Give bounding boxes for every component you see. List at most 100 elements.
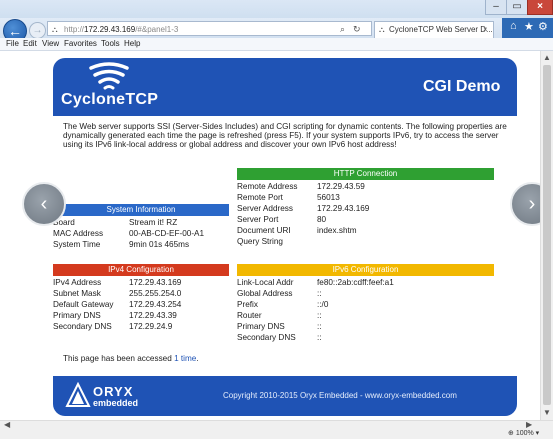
intro-text: The Web server supports SSI (Server-Side… (63, 122, 507, 149)
access-text: This page has been accessed (63, 354, 175, 363)
tab-page-icon: ⛬ (379, 25, 385, 34)
http-key: Server Address (237, 204, 293, 213)
scroll-right-icon[interactable]: ▶ (526, 420, 532, 429)
http-value: index.shtm (317, 226, 357, 235)
ipv6-value: :: (317, 333, 322, 342)
http-value: 172.29.43.169 (317, 204, 370, 213)
url-hash: /#&panel1-3 (135, 25, 179, 34)
ipv4-key: Primary DNS (53, 311, 101, 320)
system-value: Stream it! RZ (129, 218, 178, 227)
chevron-left-icon: ‹ (40, 193, 48, 215)
arrow-left-icon: ← (8, 23, 22, 39)
ipv4-key: Subnet Mask (53, 289, 101, 298)
vertical-scroll-thumb[interactable] (543, 65, 551, 405)
address-url: http://172.29.43.169/#&panel1-3 (64, 22, 178, 37)
browser-navbar: ← → ⛬ http://172.29.43.169/#&panel1-3 ⌕ … (0, 18, 553, 43)
ipv4-key: IPv4 Address (53, 278, 102, 287)
scroll-left-icon[interactable]: ◀ (4, 420, 10, 429)
access-text-end: . (196, 354, 199, 363)
page-header: CycloneTCP CGI Demo (53, 58, 517, 116)
system-information-title: System Information (53, 204, 229, 216)
zoom-value: 100% (515, 430, 534, 437)
menu-view[interactable]: View (42, 38, 59, 50)
system-value: 9min 01s 465ms (129, 240, 190, 249)
http-key: Document URI (237, 226, 291, 235)
chevron-right-icon: › (528, 193, 536, 215)
arrow-right-icon: → (32, 25, 43, 36)
menu-tools[interactable]: Tools (101, 38, 120, 50)
ipv4-configuration-title: IPv4 Configuration (53, 264, 229, 276)
gear-icon[interactable]: ⚙ (538, 20, 548, 33)
http-key: Query String (237, 237, 283, 246)
footer-copyright[interactable]: Copyright 2010-2015 Oryx Embedded - www.… (223, 391, 457, 400)
http-key: Remote Address (237, 182, 298, 191)
url-prefix: http:// (64, 25, 85, 34)
http-connection-title: HTTP Connection (237, 168, 494, 180)
http-key: Server Port (237, 215, 279, 224)
page-viewport: CycloneTCP CGI Demo The Web server suppo… (0, 51, 540, 420)
ipv4-value: 172.29.43.254 (129, 300, 182, 309)
ipv4-value: 172.29.43.169 (129, 278, 182, 287)
http-value: 172.29.43.59 (317, 182, 365, 191)
ipv6-key: Global Address (237, 289, 293, 298)
footer-brand-sub: embedded (93, 398, 139, 408)
ipv6-key: Secondary DNS (237, 333, 296, 342)
oryx-logo-icon (65, 382, 91, 407)
scroll-up-icon[interactable]: ▲ (543, 53, 551, 62)
logo-text: CycloneTCP (61, 91, 159, 108)
close-window-button[interactable]: × (527, 0, 553, 15)
ipv6-value: :: (317, 311, 322, 320)
access-counter: This page has been accessed 1 time. (63, 354, 199, 363)
ipv6-key: Primary DNS (237, 322, 285, 331)
tab-label: CycloneTCP Web Server D... (389, 25, 493, 34)
ipv6-value: fe80::2ab:cdff:feef:a1 (317, 278, 394, 287)
ipv6-key: Prefix (237, 300, 258, 309)
ipv4-key: Default Gateway (53, 300, 114, 309)
address-bar[interactable]: ⛬ http://172.29.43.169/#&panel1-3 ⌕ ↻ (47, 21, 372, 36)
ipv6-key: Link-Local Addr (237, 278, 294, 287)
ipv4-value: 172.29.43.39 (129, 311, 177, 320)
minimize-button[interactable]: – (485, 0, 507, 15)
ipv6-value: ::/0 (317, 300, 329, 309)
home-icon[interactable]: ⌂ (510, 20, 517, 32)
menu-help[interactable]: Help (124, 38, 140, 50)
url-host: 172.29.43.169 (84, 25, 136, 34)
window-titlebar: – ▭ × (0, 0, 553, 18)
menu-favorites[interactable]: Favorites (64, 38, 97, 50)
forward-button[interactable]: → (29, 22, 46, 39)
ipv4-value: 172.29.24.9 (129, 322, 173, 331)
access-count-link[interactable]: 1 time (174, 354, 196, 363)
scroll-down-icon[interactable]: ▼ (543, 408, 551, 417)
page-footer: ORYX embedded Copyright 2010-2015 Oryx E… (53, 376, 517, 416)
favorites-star-icon[interactable]: ★ (524, 20, 534, 33)
vertical-scrollbar[interactable]: ▲ ▼ (540, 51, 553, 420)
tab-cyclonetcp[interactable]: ⛬ CycloneTCP Web Server D... × (374, 21, 494, 38)
system-value: 00-AB-CD-EF-00-A1 (129, 229, 205, 238)
zoom-level[interactable]: ⊕ 100% ▾ (508, 429, 539, 439)
cgi-demo-page: CycloneTCP CGI Demo The Web server suppo… (53, 58, 517, 416)
refresh-icon[interactable]: ↻ (353, 22, 361, 37)
http-value: 56013 (317, 193, 340, 202)
page-icon: ⛬ (52, 25, 58, 34)
system-key: System Time (53, 240, 101, 249)
system-key: MAC Address (53, 229, 104, 238)
menu-edit[interactable]: Edit (23, 38, 37, 50)
footer-brand: ORYX (93, 384, 134, 399)
ipv4-value: 255.255.254.0 (129, 289, 182, 298)
ipv6-value: :: (317, 322, 322, 331)
menu-file[interactable]: File (6, 38, 19, 50)
maximize-button[interactable]: ▭ (506, 0, 528, 15)
search-icon[interactable]: ⌕ (340, 22, 345, 37)
ipv6-value: :: (317, 289, 322, 298)
prev-page-arrow[interactable]: ‹ (22, 182, 66, 226)
tab-close-icon[interactable]: × (483, 22, 488, 38)
ipv6-configuration-title: IPv6 Configuration (237, 264, 494, 276)
cyclone-logo-icon (89, 62, 129, 90)
http-key: Remote Port (237, 193, 283, 202)
page-title: CGI Demo (423, 78, 501, 95)
ipv6-key: Router (237, 311, 262, 320)
status-bar: ⊕ 100% ▾ (0, 429, 553, 439)
ipv4-key: Secondary DNS (53, 322, 112, 331)
menu-bar: File Edit View Favorites Tools Help (0, 38, 553, 51)
http-value: 80 (317, 215, 327, 224)
